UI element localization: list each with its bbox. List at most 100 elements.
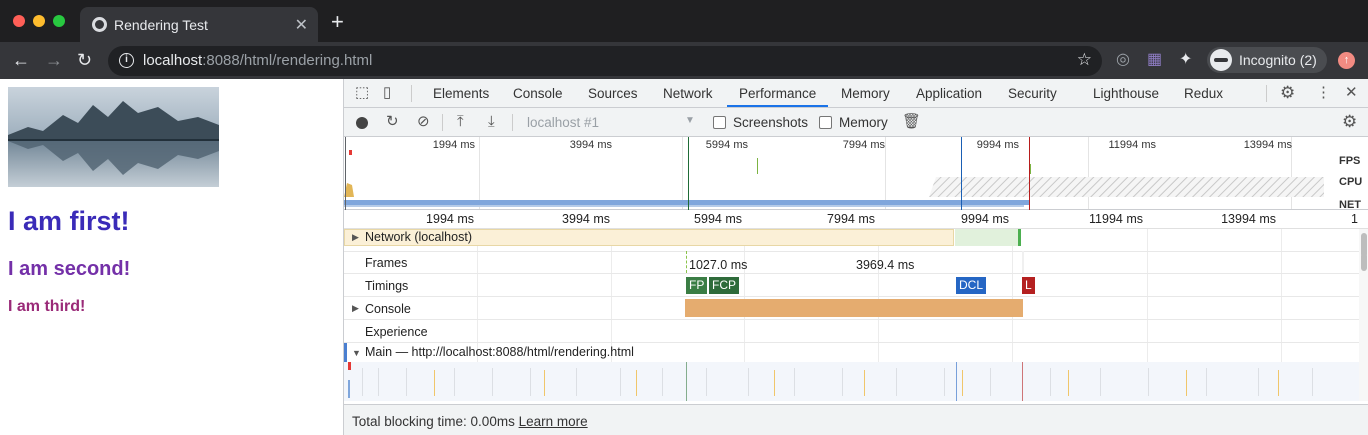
timings-track-label: Timings	[365, 279, 409, 293]
fp-marker[interactable]: FP	[686, 277, 708, 294]
extensions-puzzle-icon[interactable]: ✦	[1179, 51, 1192, 69]
bookmark-star-icon[interactable]: ☆	[1077, 50, 1092, 70]
minimize-window-button[interactable]	[33, 15, 45, 27]
tab-memory[interactable]: Memory	[841, 86, 890, 101]
frames-track[interactable]: Frames 1027.0 ms 3969.4 ms	[344, 251, 1359, 274]
fcp-marker[interactable]: FCP	[709, 277, 739, 294]
frame-boundary	[686, 251, 687, 273]
reload-profile-icon[interactable]: ↻	[386, 113, 399, 131]
tab-network[interactable]: Network	[663, 86, 713, 101]
cpu-idle-hatch	[929, 177, 1324, 197]
address-bar[interactable]: i localhost:8088/html/rendering.html ☆	[108, 46, 1102, 76]
tab-sources[interactable]: Sources	[588, 86, 638, 101]
collapse-triangle-icon[interactable]: ▼	[352, 348, 361, 358]
close-tab-icon[interactable]: ✕	[295, 15, 308, 35]
performance-controls: ↻ ⊘ ⤒ ⤓ localhost #1 ▼ Screenshots Memor…	[344, 108, 1368, 137]
inspect-element-icon[interactable]: ⬚	[355, 84, 369, 102]
main-thread-track[interactable]: ▼ Main — http://localhost:8088/html/rend…	[344, 343, 1359, 401]
net-bar	[344, 205, 1024, 207]
load-marker[interactable]: L	[1022, 277, 1035, 294]
reload-button[interactable]: ↻	[77, 50, 92, 70]
overview-graph	[344, 137, 1324, 210]
browser-toolbar: ← → ↻ i localhost:8088/html/rendering.ht…	[0, 42, 1368, 79]
trash-icon[interactable]: 🗑	[902, 113, 921, 131]
screenshots-checkbox[interactable]	[713, 116, 726, 129]
frames-track-label: Frames	[365, 256, 408, 270]
zoom-window-button[interactable]	[53, 15, 65, 27]
ruler-tick: 13994 ms	[1221, 212, 1276, 226]
heading-first: I am first!	[8, 206, 130, 236]
total-blocking-time-text: Total blocking time: 0.00ms	[352, 414, 515, 429]
scrollbar-thumb[interactable]	[1361, 253, 1367, 271]
tab-performance[interactable]: Performance	[739, 86, 816, 101]
capture-settings-gear-icon[interactable]: ⚙	[1342, 113, 1357, 131]
experience-track[interactable]: Experience	[344, 320, 1359, 343]
summary-bar: Total blocking time: 0.00ms Learn more	[344, 404, 1368, 435]
dropdown-arrow-icon[interactable]: ▼	[685, 115, 695, 126]
memory-label: Memory	[839, 115, 888, 130]
tab-security[interactable]: Security	[1008, 86, 1057, 101]
new-tab-button[interactable]: +	[331, 11, 344, 33]
ruler-tick: 11994 ms	[1089, 212, 1143, 226]
learn-more-link[interactable]: Learn more	[519, 414, 588, 429]
mountain-lake-image	[8, 87, 219, 187]
save-profile-icon[interactable]: ⤓	[488, 113, 495, 131]
timings-track[interactable]: Timings FP FCP DCL L	[344, 274, 1359, 297]
memory-checkbox[interactable]	[819, 116, 832, 129]
close-devtools-icon[interactable]: ✕	[1345, 84, 1358, 102]
tracks-scrollbar[interactable]	[1359, 229, 1368, 401]
timeline-ruler: 1994 ms 3994 ms 5994 ms 7994 ms 9994 ms …	[344, 210, 1368, 229]
screenshots-label: Screenshots	[733, 115, 809, 130]
dcl-marker[interactable]: DCL	[956, 277, 987, 294]
tab-elements[interactable]: Elements	[433, 86, 489, 101]
update-icon[interactable]: ↑	[1338, 52, 1355, 69]
expand-triangle-icon[interactable]: ▶	[352, 232, 359, 243]
ruler-tick: 1	[1351, 212, 1358, 226]
back-button[interactable]: ←	[12, 50, 30, 70]
timeline-overview[interactable]: 1994 ms 3994 ms 5994 ms 7994 ms 9994 ms …	[344, 137, 1368, 211]
fps-frame	[757, 158, 758, 174]
forward-button[interactable]: →	[45, 50, 63, 70]
frame-duration-1[interactable]: 1027.0 ms	[689, 258, 747, 272]
record-icon[interactable]	[356, 117, 368, 129]
tab-lighthouse[interactable]: Lighthouse	[1093, 86, 1159, 101]
tab-application[interactable]: Application	[916, 86, 982, 101]
page-content: I am first! I am second! I am third!	[0, 79, 343, 435]
device-toolbar-icon[interactable]: ▯	[383, 84, 391, 102]
network-request-bar[interactable]	[1018, 229, 1021, 246]
frame-duration-2[interactable]: 3969.4 ms	[856, 258, 914, 272]
main-track-label: Main — http://localhost:8088/html/render…	[365, 345, 634, 359]
clear-icon[interactable]: ⊘	[417, 113, 430, 131]
overview-window-left[interactable]	[345, 137, 346, 210]
settings-gear-icon[interactable]: ⚙	[1280, 84, 1295, 102]
site-info-icon[interactable]: i	[119, 53, 134, 68]
experience-track-label: Experience	[365, 325, 428, 339]
main-thread-activity	[348, 362, 1313, 401]
network-request-bar[interactable]	[955, 229, 1021, 246]
more-options-icon[interactable]: ⋮	[1316, 84, 1331, 102]
console-track-label: Console	[365, 302, 411, 316]
fps-spike	[349, 150, 352, 155]
extension-target-icon[interactable]: ◎	[1116, 51, 1130, 69]
separator	[512, 114, 513, 131]
tab-redux[interactable]: Redux	[1184, 86, 1223, 101]
fcp-marker-line	[688, 137, 689, 210]
expand-triangle-icon[interactable]: ▶	[352, 303, 359, 314]
incognito-profile-button[interactable]: Incognito (2)	[1207, 47, 1327, 73]
active-tab-indicator	[727, 105, 828, 107]
load-profile-icon[interactable]: ⤒	[457, 113, 464, 131]
separator	[1266, 85, 1267, 102]
console-time-bar[interactable]	[685, 299, 1023, 317]
frame-boundary	[1022, 251, 1024, 273]
browser-tab[interactable]: Rendering Test ✕	[80, 7, 318, 42]
tab-console[interactable]: Console	[513, 86, 563, 101]
heading-third: I am third!	[8, 298, 86, 315]
target-select[interactable]: localhost #1	[527, 115, 599, 130]
load-marker-line	[1029, 137, 1030, 210]
console-track[interactable]: ▶ Console	[344, 297, 1359, 320]
network-track[interactable]: ▶ Network (localhost)	[344, 229, 1359, 252]
translate-icon[interactable]: ▦	[1147, 51, 1162, 69]
close-window-button[interactable]	[13, 15, 25, 27]
net-bar	[344, 200, 1030, 205]
url-text: localhost:8088/html/rendering.html	[143, 52, 373, 69]
